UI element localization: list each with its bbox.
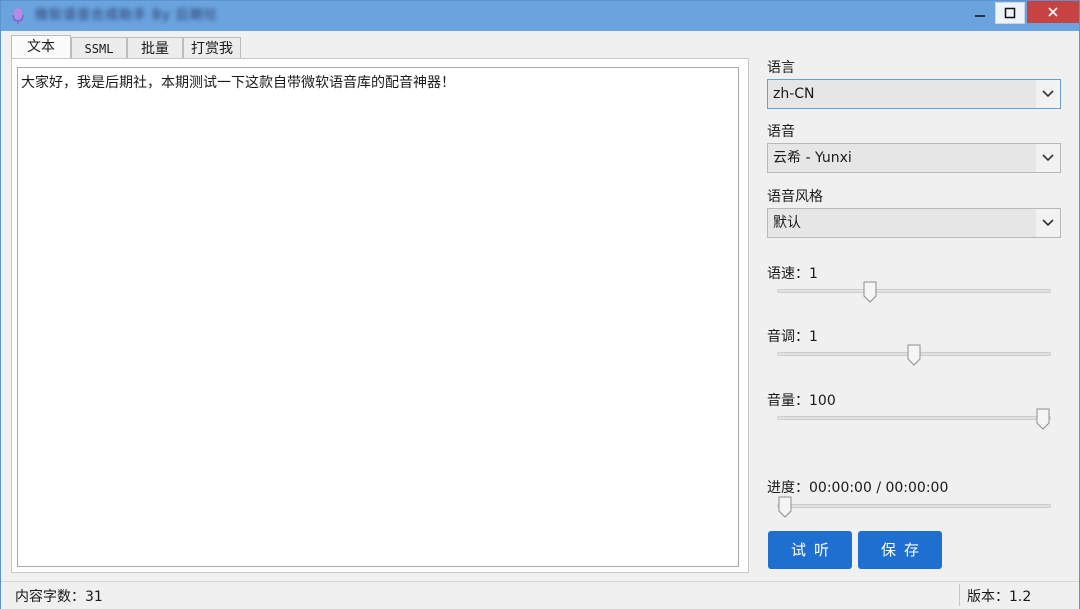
rate-slider[interactable]	[777, 281, 1051, 303]
text-tab-panel: 大家好，我是后期社，本期测试一下这款自带微软语音库的配音神器！	[11, 58, 749, 573]
chevron-down-icon	[1036, 144, 1060, 172]
voice-label: 语音	[767, 124, 795, 140]
tab-text[interactable]: 文本	[11, 35, 71, 59]
progress-slider[interactable]	[777, 496, 1051, 518]
tab-ssml[interactable]: SSML	[71, 37, 127, 59]
pitch-slider-thumb[interactable]	[907, 344, 921, 366]
rate-label: 语速：1	[767, 266, 818, 282]
style-select[interactable]: 默认	[767, 208, 1061, 238]
text-input-area[interactable]: 大家好，我是后期社，本期测试一下这款自带微软语音库的配音神器！	[17, 67, 739, 567]
close-icon	[1048, 7, 1058, 17]
listen-button[interactable]: 试听	[768, 531, 852, 569]
version-label: 版本：1.2	[967, 589, 1032, 605]
minimize-icon	[975, 15, 985, 17]
status-divider	[959, 584, 960, 606]
status-bar: 内容字数：31 版本：1.2	[1, 581, 1079, 609]
style-label: 语音风格	[767, 189, 823, 205]
volume-slider-thumb[interactable]	[1036, 408, 1050, 430]
app-window: 微软语音合成助手 By 后期社 文本 SSML 批量 打赏我 大家好，我是后期社…	[0, 0, 1080, 609]
style-value: 默认	[773, 215, 801, 231]
voice-value: 云希 - Yunxi	[773, 150, 852, 166]
chevron-down-icon	[1036, 80, 1060, 108]
voice-select[interactable]: 云希 - Yunxi	[767, 143, 1061, 173]
language-label: 语言	[767, 60, 795, 76]
language-select[interactable]: zh-CN	[767, 79, 1061, 109]
tab-batch[interactable]: 批量	[127, 37, 183, 59]
minimize-button[interactable]	[965, 1, 995, 25]
progress-slider-thumb[interactable]	[778, 496, 792, 518]
language-value: zh-CN	[773, 86, 815, 102]
volume-slider[interactable]	[777, 408, 1051, 430]
char-count: 内容字数：31	[15, 589, 103, 605]
maximize-icon	[1004, 7, 1016, 19]
window-title: 微软语音合成助手 By 后期社	[35, 8, 218, 23]
title-bar: 微软语音合成助手 By 后期社	[1, 1, 1079, 31]
close-button[interactable]	[1027, 1, 1079, 23]
tab-donate[interactable]: 打赏我	[183, 37, 241, 59]
chevron-down-icon	[1036, 209, 1060, 237]
pitch-label: 音调：1	[767, 329, 818, 345]
rate-slider-thumb[interactable]	[863, 281, 877, 303]
progress-label: 进度：00:00:00 / 00:00:00	[767, 480, 949, 496]
maximize-button[interactable]	[995, 2, 1025, 24]
volume-label: 音量：100	[767, 393, 836, 409]
save-button[interactable]: 保存	[858, 531, 942, 569]
microphone-icon	[12, 8, 24, 24]
pitch-slider[interactable]	[777, 344, 1051, 366]
